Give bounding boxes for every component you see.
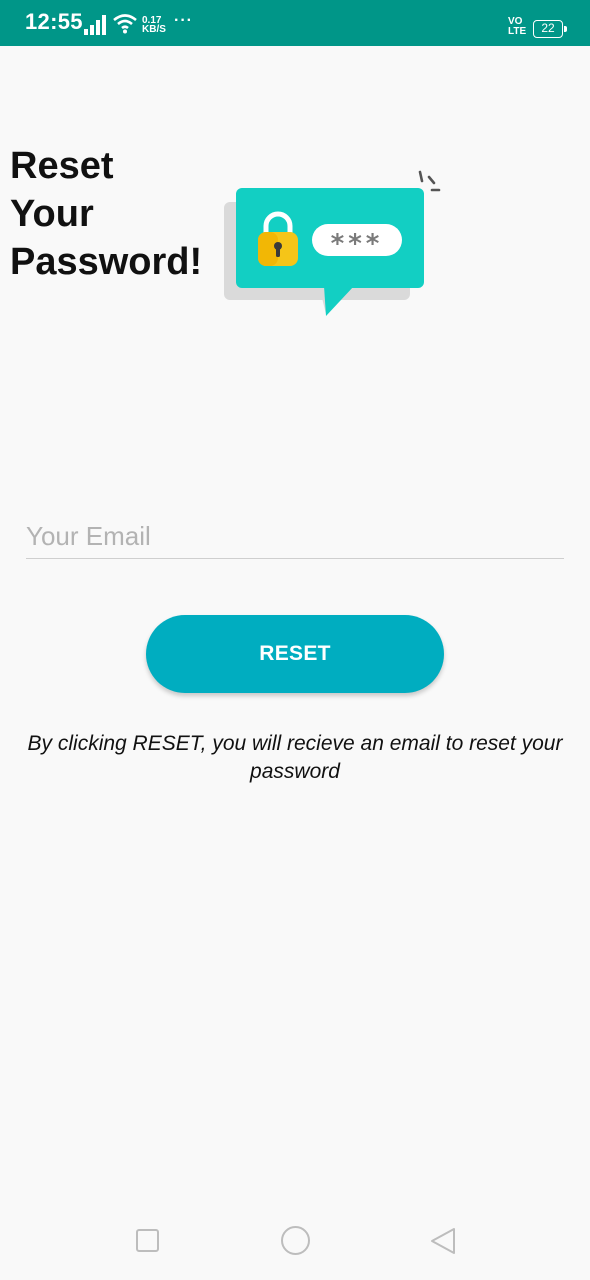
email-input[interactable] — [26, 515, 564, 559]
back-button[interactable] — [428, 1226, 458, 1256]
title-line-1: Reset — [10, 145, 114, 187]
network-speed-unit: KB/S — [142, 24, 166, 35]
masked-password-text: *** — [331, 229, 384, 259]
password-lock-illustration: *** — [224, 170, 441, 316]
speech-bubble-tail — [324, 286, 354, 316]
battery-level: 22 — [541, 21, 555, 35]
title-line-3: Password! — [10, 241, 203, 283]
recent-apps-button[interactable] — [136, 1229, 159, 1252]
page-title: Reset Your Password! — [10, 142, 220, 286]
navigation-bar — [0, 1200, 590, 1280]
volte-indicator: VO LTE — [508, 17, 526, 37]
title-line-2: Your — [10, 193, 94, 235]
volte-bottom: LTE — [508, 26, 527, 37]
signal-icon — [84, 15, 106, 35]
reset-info-text: By clicking RESET, you will recieve an e… — [27, 732, 563, 783]
home-button[interactable] — [281, 1226, 310, 1255]
more-notifications-icon: ··· — [174, 12, 193, 29]
status-bar: 12:55 0.17 KB/S ··· VO LTE 22 — [0, 0, 590, 46]
reset-button[interactable]: RESET — [146, 615, 444, 693]
battery-icon: 22 — [533, 20, 567, 38]
network-speed: 0.17 KB/S — [142, 16, 166, 35]
wifi-icon — [113, 14, 137, 34]
status-time: 12:55 — [25, 9, 83, 34]
